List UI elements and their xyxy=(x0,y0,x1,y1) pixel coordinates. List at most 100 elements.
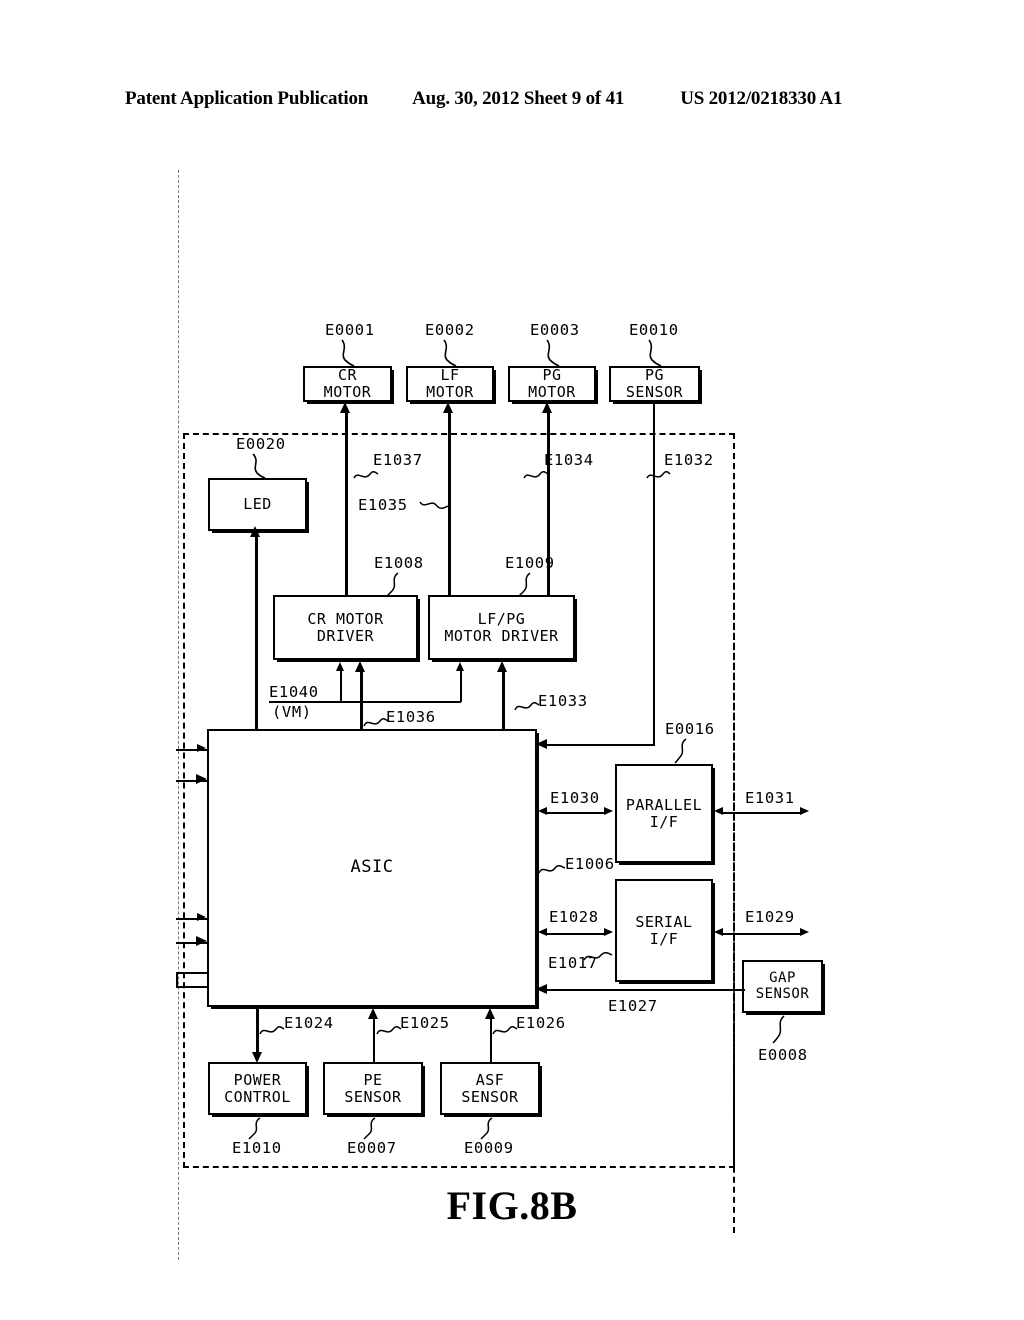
arrow-e1025 xyxy=(368,1008,378,1019)
leader-e1036 xyxy=(363,717,389,727)
arrow-e1034 xyxy=(542,402,552,413)
header-publication: Patent Application Publication xyxy=(125,88,369,109)
block-led: LED xyxy=(208,478,307,531)
ref-e1025: E1025 xyxy=(400,1014,450,1032)
arrow-e1028-right xyxy=(604,928,613,936)
leader-e1032 xyxy=(646,470,671,479)
leader-e0003 xyxy=(546,339,560,367)
arrow-e1036 xyxy=(355,661,365,672)
ref-e1033: E1033 xyxy=(538,692,588,710)
ref-e1040: E1040 xyxy=(269,683,319,701)
ref-e0008: E0008 xyxy=(758,1046,808,1064)
line-e1027 xyxy=(545,989,745,991)
ref-e0007: E0007 xyxy=(347,1139,397,1157)
line-asic-in-6 xyxy=(176,986,209,988)
line-e1033 xyxy=(502,670,505,730)
arrow-e1037 xyxy=(340,402,350,413)
arrow-e1035 xyxy=(443,402,453,413)
ref-e1010: E1010 xyxy=(232,1139,282,1157)
arrow-asic-in-2 xyxy=(196,774,207,784)
block-power-control: POWER CONTROL xyxy=(208,1062,307,1115)
line-e1040-branch-cr xyxy=(340,671,342,702)
arrow-e1028-left xyxy=(538,928,547,936)
leader-e0007 xyxy=(363,1117,376,1140)
leader-e0010 xyxy=(648,339,662,367)
leader-e1037 xyxy=(353,470,379,479)
leader-e0016 xyxy=(674,738,687,764)
leader-e1024 xyxy=(259,1025,285,1035)
leader-e1010 xyxy=(248,1117,261,1140)
leader-e1034 xyxy=(523,470,549,479)
line-asic-in-5 xyxy=(176,972,209,974)
arrow-e1040-cr xyxy=(336,662,344,671)
leader-e1008 xyxy=(386,572,399,597)
header-patent-number: US 2012/0218330 A1 xyxy=(680,88,843,109)
external-boundary-divider xyxy=(733,433,735,1233)
block-asf-sensor: ASF SENSOR xyxy=(440,1062,540,1115)
leader-e0020 xyxy=(252,453,266,479)
arrow-e1030-left xyxy=(538,807,547,815)
page-header: Patent Application Publication Aug. 30, … xyxy=(125,88,895,112)
line-e1030 xyxy=(546,812,606,814)
arrow-e1040-lfpg xyxy=(456,662,464,671)
ref-e1031: E1031 xyxy=(745,789,795,807)
leader-e1026 xyxy=(492,1025,518,1035)
block-lf-motor: LF MOTOR xyxy=(406,366,494,402)
block-parallel-if: PARALLEL I/F xyxy=(615,764,713,863)
ref-e0009: E0009 xyxy=(464,1139,514,1157)
block-pg-sensor: PG SENSOR xyxy=(609,366,700,402)
arrow-e1029-left xyxy=(714,928,723,936)
arrow-e1033 xyxy=(497,661,507,672)
block-cr-motor: CR MOTOR xyxy=(303,366,392,402)
ref-e1030: E1030 xyxy=(550,789,600,807)
ref-e1027: E1027 xyxy=(608,997,658,1015)
leader-e1035 xyxy=(419,501,449,510)
arrow-e1031-right xyxy=(800,807,809,815)
arrow-e1027 xyxy=(536,984,547,994)
line-led xyxy=(255,535,258,729)
header-date-sheet: Aug. 30, 2012 Sheet 9 of 41 xyxy=(412,88,625,109)
ref-e1026: E1026 xyxy=(516,1014,566,1032)
line-e1040-branch-lfpg xyxy=(460,671,462,702)
leader-e0001 xyxy=(341,339,355,367)
line-e1028 xyxy=(546,933,606,935)
arrow-e1029-right xyxy=(800,928,809,936)
leader-e1006 xyxy=(538,864,566,874)
page-margin-rule xyxy=(178,170,179,1260)
line-e1032-horiz xyxy=(545,744,655,746)
arrow-led xyxy=(250,526,260,537)
block-pe-sensor: PE SENSOR xyxy=(323,1062,423,1115)
figure-caption: FIG.8B xyxy=(446,1183,578,1228)
arrow-asic-in-4 xyxy=(196,936,207,946)
arrow-e1032 xyxy=(536,739,547,749)
leader-e1009 xyxy=(518,572,531,597)
block-asic: ASIC xyxy=(207,729,537,1007)
leader-e0009 xyxy=(480,1117,493,1140)
block-serial-if: SERIAL I/F xyxy=(615,879,713,982)
ref-e1040-sub: (VM) xyxy=(272,703,312,721)
line-e1037 xyxy=(345,412,348,595)
block-pg-motor: PG MOTOR xyxy=(508,366,596,402)
arrow-asic-in-3 xyxy=(197,913,206,921)
line-e1029 xyxy=(722,933,802,935)
arrow-e1024 xyxy=(252,1052,262,1063)
arrow-e1030-right xyxy=(604,807,613,815)
line-e1031 xyxy=(722,812,802,814)
arrow-e1031-left xyxy=(714,807,723,815)
block-gap-sensor: GAP SENSOR xyxy=(742,960,823,1013)
ref-e1006: E1006 xyxy=(565,855,615,873)
line-asic-in-bracket xyxy=(176,972,178,987)
ref-e1028: E1028 xyxy=(549,908,599,926)
line-e1032-vert xyxy=(653,402,655,745)
leader-e1017 xyxy=(583,951,613,961)
leader-e0002 xyxy=(443,339,457,367)
ref-e1029: E1029 xyxy=(745,908,795,926)
arrow-e1026 xyxy=(485,1008,495,1019)
block-lf-pg-motor-driver: LF/PG MOTOR DRIVER xyxy=(428,595,575,660)
leader-e1033 xyxy=(514,701,540,711)
arrow-asic-in-1 xyxy=(197,744,206,752)
ref-e1024: E1024 xyxy=(284,1014,334,1032)
ref-e1035: E1035 xyxy=(358,496,408,514)
leader-e0008 xyxy=(772,1015,785,1044)
block-cr-motor-driver: CR MOTOR DRIVER xyxy=(273,595,418,660)
